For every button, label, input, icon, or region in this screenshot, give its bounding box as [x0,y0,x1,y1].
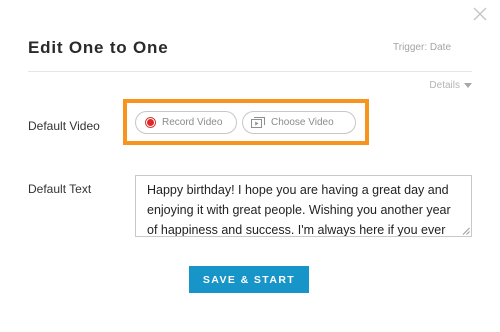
details-toggle[interactable]: Details [429,80,472,91]
record-video-button[interactable]: Record Video [135,111,237,134]
header-divider [28,71,472,72]
default-text-label: Default Text [28,182,92,196]
record-video-label: Record Video [162,117,223,128]
chevron-down-icon [464,83,472,88]
trigger-label: Trigger: Date [393,42,451,53]
record-icon [145,117,156,128]
film-icon [251,117,265,128]
choose-video-button[interactable]: Choose Video [242,111,356,134]
default-text-value: Happy birthday! I hope you are having a … [147,183,451,237]
resize-handle-icon[interactable] [462,227,470,235]
save-start-button[interactable]: SAVE & START [189,266,309,293]
choose-video-label: Choose Video [271,117,334,128]
default-video-label: Default Video [28,119,100,133]
close-icon[interactable] [470,4,490,24]
modal-title: Edit One to One [28,38,169,57]
details-label: Details [429,80,460,91]
default-text-field[interactable]: Happy birthday! I hope you are having a … [135,175,472,237]
